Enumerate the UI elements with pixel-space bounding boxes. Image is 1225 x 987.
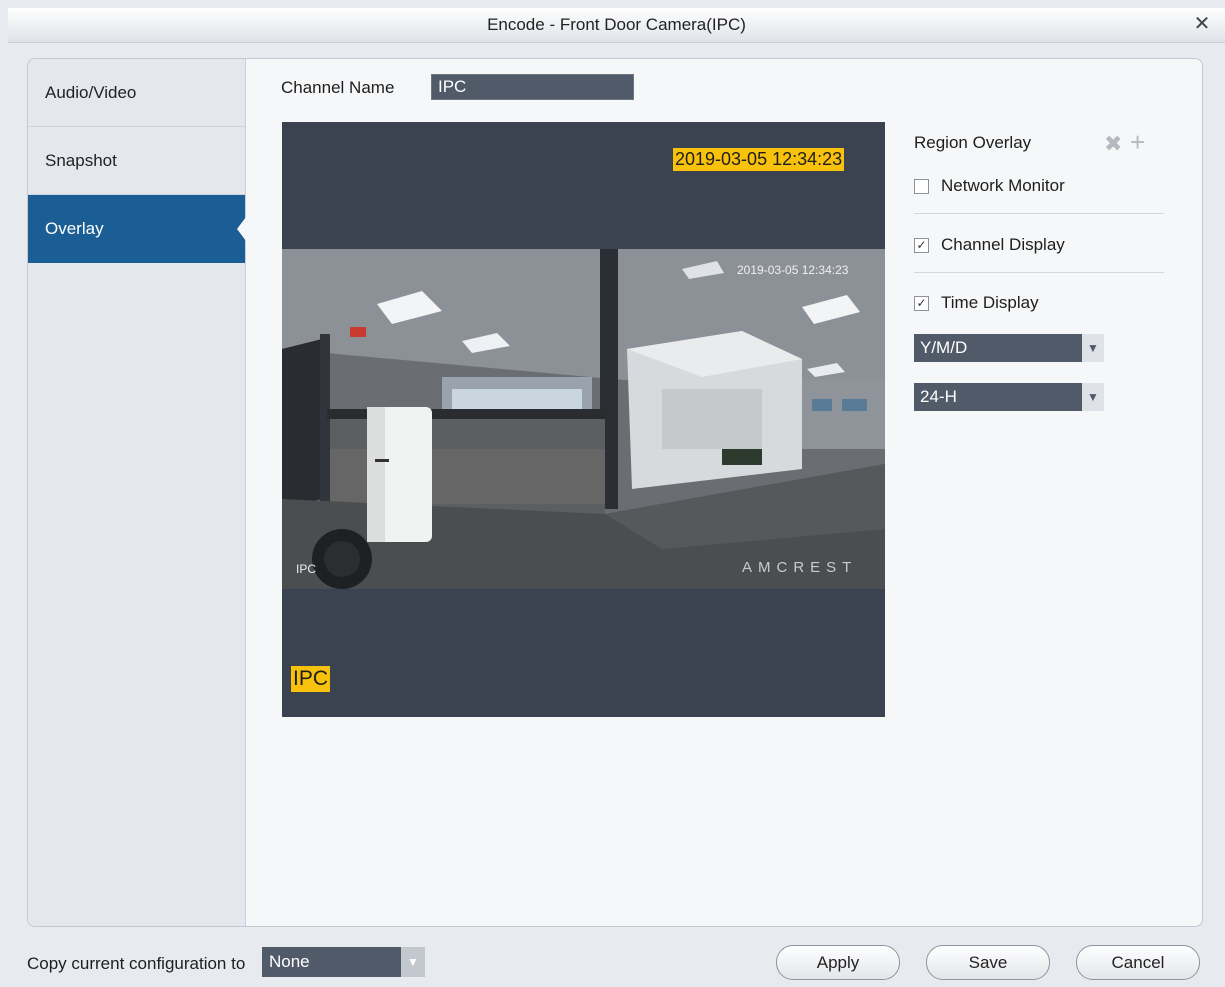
time-format-select[interactable]: 24-H ▼ bbox=[914, 383, 1104, 411]
channel-name-label: Channel Name bbox=[281, 78, 395, 97]
sidebar-item-overlay[interactable]: Overlay bbox=[28, 195, 246, 263]
sidebar-item-label: Audio/Video bbox=[45, 83, 137, 102]
channel-name-input[interactable] bbox=[431, 74, 634, 100]
divider bbox=[914, 272, 1164, 273]
network-monitor-checkbox-row[interactable]: Network Monitor bbox=[914, 176, 1065, 196]
copy-config-value: None bbox=[269, 952, 310, 971]
time-display-label: Time Display bbox=[941, 293, 1039, 312]
channel-display-label: Channel Display bbox=[941, 235, 1065, 254]
channel-overlay-box[interactable]: IPC bbox=[291, 666, 331, 692]
camera-channel-text: IPC bbox=[296, 562, 316, 576]
cancel-button[interactable]: Cancel bbox=[1076, 945, 1200, 980]
sidebar-item-label: Overlay bbox=[45, 219, 104, 238]
time-display-checkbox[interactable]: ✓ bbox=[914, 295, 929, 311]
chevron-down-icon: ▼ bbox=[1082, 383, 1104, 411]
main-panel: Audio/Video Snapshot Overlay Channel Nam… bbox=[27, 58, 1203, 927]
add-region-icon[interactable]: + bbox=[1130, 129, 1145, 155]
network-monitor-label: Network Monitor bbox=[941, 176, 1065, 195]
close-icon[interactable]: ✕ bbox=[1191, 12, 1213, 36]
camera-timestamp-text: 2019-03-05 12:34:23 bbox=[737, 263, 849, 277]
network-monitor-checkbox[interactable] bbox=[914, 178, 929, 194]
sidebar-item-snapshot[interactable]: Snapshot bbox=[28, 127, 245, 195]
camera-snapshot: 2019-03-05 12:34:23 IPC AMCREST bbox=[282, 249, 885, 589]
channel-display-checkbox-row[interactable]: ✓ Channel Display bbox=[914, 235, 1065, 255]
date-format-value: Y/M/D bbox=[920, 338, 968, 357]
sidebar: Audio/Video Snapshot Overlay bbox=[28, 59, 246, 926]
time-display-checkbox-row[interactable]: ✓ Time Display bbox=[914, 293, 1039, 313]
camera-watermark-text: AMCREST bbox=[742, 559, 857, 576]
apply-button[interactable]: Apply bbox=[776, 945, 900, 980]
delete-region-icon[interactable]: ✖ bbox=[1104, 131, 1122, 157]
channel-display-checkbox[interactable]: ✓ bbox=[914, 237, 929, 253]
title-bar: Encode - Front Door Camera(IPC) ✕ bbox=[8, 8, 1225, 43]
sidebar-item-audio-video[interactable]: Audio/Video bbox=[28, 59, 245, 127]
active-indicator bbox=[237, 217, 246, 241]
divider bbox=[914, 213, 1164, 214]
copy-config-select[interactable]: None ▼ bbox=[262, 947, 425, 977]
save-button[interactable]: Save bbox=[926, 945, 1050, 980]
video-preview: 2019-03-05 12:34:23 IPC AMCREST 2019-03-… bbox=[282, 122, 885, 717]
copy-config-label: Copy current configuration to bbox=[27, 954, 246, 973]
chevron-down-icon: ▼ bbox=[1082, 334, 1104, 362]
window-title: Encode - Front Door Camera(IPC) bbox=[487, 15, 746, 34]
date-format-select[interactable]: Y/M/D ▼ bbox=[914, 334, 1104, 362]
sidebar-item-label: Snapshot bbox=[45, 151, 117, 170]
time-format-value: 24-H bbox=[920, 387, 957, 406]
region-overlay-label: Region Overlay bbox=[914, 133, 1032, 152]
time-overlay-box[interactable]: 2019-03-05 12:34:23 bbox=[673, 148, 845, 171]
chevron-down-icon: ▼ bbox=[401, 947, 425, 977]
